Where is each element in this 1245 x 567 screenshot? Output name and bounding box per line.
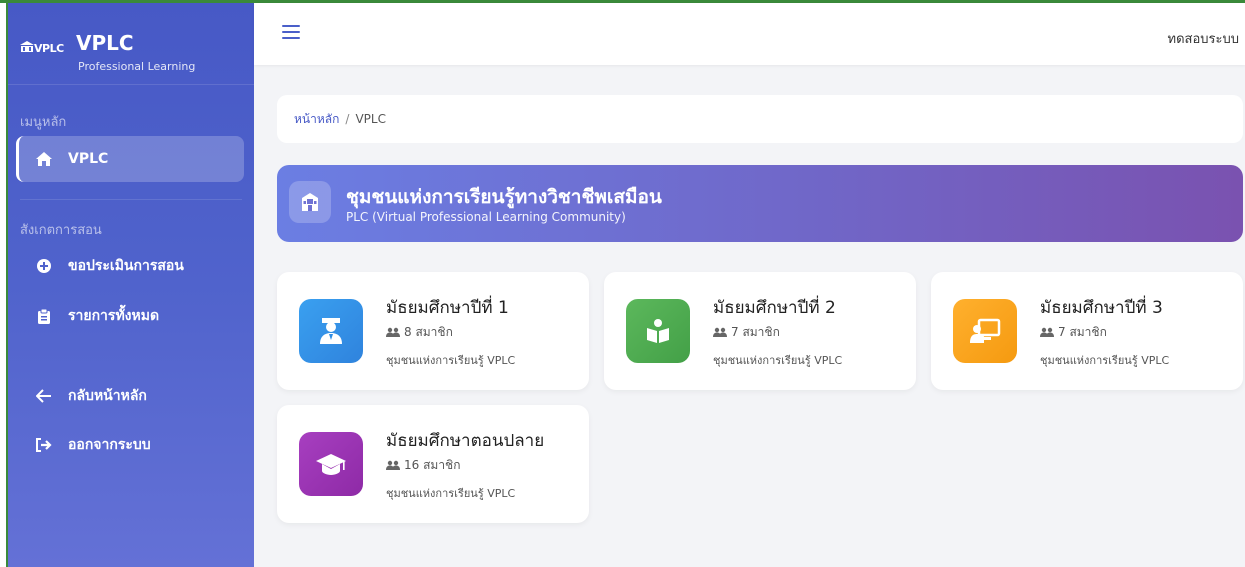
page-banner: ชุมชนแห่งการเรียนรู้ทางวิชาชีพเสมือน PLC… bbox=[277, 165, 1243, 242]
sidebar-item-label: VPLC bbox=[68, 151, 109, 167]
book-reader-icon bbox=[626, 299, 690, 363]
card-description: ชุมชนแห่งการเรียนรู้ VPLC bbox=[1040, 354, 1170, 367]
plus-circle-icon bbox=[32, 258, 56, 274]
card-description: ชุมชนแห่งการเรียนรู้ VPLC bbox=[713, 354, 843, 367]
card-title: มัธยมศึกษาตอนปลาย bbox=[386, 431, 545, 451]
sidebar-item-label: รายการทั้งหมด bbox=[68, 308, 160, 324]
users-icon bbox=[713, 327, 727, 338]
sidebar-divider bbox=[20, 199, 242, 200]
card-members: 8 สมาชิก bbox=[386, 323, 453, 342]
menu-section-observe: สังเกตการสอน bbox=[20, 223, 102, 238]
sidebar-item-all-list[interactable]: รายการทั้งหมด bbox=[16, 293, 244, 339]
users-icon bbox=[386, 460, 400, 471]
community-card-m3[interactable]: มัธยมศึกษาปีที่ 3 7 สมาชิก ชุมชนแห่งการเ… bbox=[931, 272, 1243, 390]
breadcrumb-current: VPLC bbox=[355, 112, 386, 126]
card-description: ชุมชนแห่งการเรียนรู้ VPLC bbox=[386, 354, 516, 367]
community-card-upper[interactable]: มัธยมศึกษาตอนปลาย 16 สมาชิก ชุมชนแห่งการ… bbox=[277, 405, 589, 523]
menu-toggle-icon[interactable] bbox=[282, 25, 300, 39]
sidebar-item-back-home[interactable]: กลับหน้าหลัก bbox=[16, 373, 244, 419]
home-icon bbox=[32, 151, 56, 167]
school-logo-icon bbox=[20, 41, 34, 52]
menu-section-main: เมนูหลัก bbox=[20, 115, 67, 130]
user-name[interactable]: ทดสอบระบบ bbox=[1168, 28, 1239, 49]
brand-logo: VPLC bbox=[20, 41, 64, 55]
community-card-m2[interactable]: มัธยมศึกษาปีที่ 2 7 สมาชิก ชุมชนแห่งการเ… bbox=[604, 272, 916, 390]
breadcrumb-home-link[interactable]: หน้าหลัก bbox=[294, 110, 339, 129]
sidebar-item-request-evaluation[interactable]: ขอประเมินการสอน bbox=[16, 243, 244, 289]
chalkboard-teacher-icon bbox=[953, 299, 1017, 363]
sidebar-item-label: กลับหน้าหลัก bbox=[68, 388, 147, 404]
brand-title: VPLC bbox=[76, 31, 134, 55]
sidebar-item-label: ออกจากระบบ bbox=[68, 437, 151, 453]
card-members: 7 สมาชิก bbox=[1040, 323, 1107, 342]
topbar: ทดสอบระบบ bbox=[254, 3, 1245, 65]
card-members: 7 สมาชิก bbox=[713, 323, 780, 342]
breadcrumb: หน้าหลัก / VPLC bbox=[277, 95, 1243, 143]
sidebar-item-vplc[interactable]: VPLC bbox=[16, 136, 244, 182]
sidebar-item-label: ขอประเมินการสอน bbox=[68, 258, 184, 274]
school-icon bbox=[289, 181, 331, 223]
card-title: มัธยมศึกษาปีที่ 3 bbox=[1040, 298, 1163, 318]
users-icon bbox=[386, 327, 400, 338]
users-icon bbox=[1040, 327, 1054, 338]
community-card-m1[interactable]: มัธยมศึกษาปีที่ 1 8 สมาชิก ชุมชนแห่งการเ… bbox=[277, 272, 589, 390]
graduation-cap-icon bbox=[299, 432, 363, 496]
page-title: ชุมชนแห่งการเรียนรู้ทางวิชาชีพเสมือน bbox=[346, 186, 662, 208]
sidebar: VPLC VPLC Professional Learning เมนูหลัก… bbox=[8, 3, 254, 567]
card-description: ชุมชนแห่งการเรียนรู้ VPLC bbox=[386, 487, 516, 500]
arrow-left-icon bbox=[32, 389, 56, 403]
breadcrumb-separator: / bbox=[345, 112, 350, 126]
brand[interactable]: VPLC VPLC Professional Learning bbox=[8, 3, 254, 85]
card-title: มัธยมศึกษาปีที่ 1 bbox=[386, 298, 509, 318]
teacher-icon bbox=[299, 299, 363, 363]
card-members: 16 สมาชิก bbox=[386, 456, 460, 475]
brand-subtitle: Professional Learning bbox=[78, 60, 196, 73]
card-title: มัธยมศึกษาปีที่ 2 bbox=[713, 298, 836, 318]
sign-out-icon bbox=[32, 438, 56, 452]
page-subtitle: PLC (Virtual Professional Learning Commu… bbox=[346, 210, 626, 224]
sidebar-item-logout[interactable]: ออกจากระบบ bbox=[16, 422, 244, 468]
clipboard-icon bbox=[32, 308, 56, 325]
